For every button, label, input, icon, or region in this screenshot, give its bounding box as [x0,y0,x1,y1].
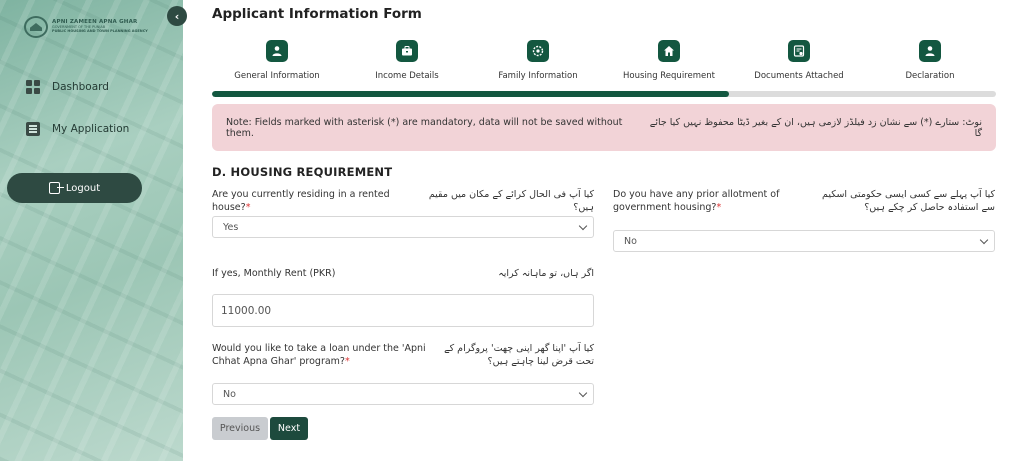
step-general-information[interactable]: General Information [212,40,342,81]
next-button[interactable]: Next [270,417,308,440]
chevron-down-icon [979,235,989,245]
logo-text: APNI ZAMEEN APNA GHAR GOVERNMENT OF THE … [52,19,148,33]
collapse-sidebar-button[interactable]: ‹ [167,6,187,26]
family-icon [527,40,549,62]
mandatory-note: Note: Fields marked with asterisk (*) ar… [212,104,996,151]
briefcase-icon [396,40,418,62]
sidebar-item-my-application[interactable]: My Application [26,122,129,136]
chevron-down-icon [578,388,588,398]
dashboard-icon [26,80,40,94]
logout-button[interactable]: Logout [7,173,142,203]
prior-allotment-label-urdu: کیا آپ پہلے سے کسی ایسی حکومتی اسکیم سے … [822,189,995,213]
step-declaration[interactable]: Declaration [865,40,995,81]
sidebar-item-dashboard[interactable]: Dashboard [26,80,109,94]
rented-house-field: Are you currently residing in a rented h… [212,189,594,241]
rented-house-label: Are you currently residing in a rented h… [212,189,390,213]
sidebar: APNI ZAMEEN APNA GHAR GOVERNMENT OF THE … [0,0,183,461]
sidebar-item-label: Dashboard [52,81,109,93]
loan-label-urdu: کیا آپ 'اپنا گھر اپنی چھت' پروگرام کے تح… [444,343,594,367]
sidebar-background [0,0,183,461]
prior-allotment-select[interactable]: No [613,230,995,252]
monthly-rent-label: If yes, Monthly Rent (PKR) [212,268,336,279]
main-content: Applicant Information Form General Infor… [199,0,1012,461]
prior-allotment-label: Do you have any prior allotment of gover… [613,189,780,213]
note-urdu: نوٹ: ستارے (*) سے نشان زد فیلڈز لازمی ہی… [649,116,982,139]
step-income-details[interactable]: Income Details [342,40,472,81]
previous-button[interactable]: Previous [212,417,268,440]
step-family-information[interactable]: Family Information [473,40,603,81]
page-title: Applicant Information Form [212,6,422,22]
section-title: D. HOUSING REQUIREMENT [212,165,393,179]
app-logo: APNI ZAMEEN APNA GHAR GOVERNMENT OF THE … [24,14,164,40]
monthly-rent-label-urdu: اگر ہاں، تو ماہانہ کرایہ [498,268,594,279]
step-documents-attached[interactable]: Documents Attached [734,40,864,81]
step-housing-requirement[interactable]: Housing Requirement [604,40,734,81]
user-icon [266,40,288,62]
progress-bar-fill [212,91,730,97]
prior-allotment-field: Do you have any prior allotment of gover… [613,189,995,255]
required-marker: * [245,201,251,213]
logout-icon [48,182,64,194]
rented-house-label-urdu: کیا آپ فی الحال کرائے کے مکان میں مقیم ہ… [428,189,594,213]
loan-field: Would you like to take a loan under the … [212,343,594,407]
home-icon [658,40,680,62]
chevron-down-icon [578,221,588,231]
loan-select[interactable]: No [212,383,594,405]
document-icon [788,40,810,62]
chevron-left-icon: ‹ [174,9,180,23]
progress-bar [212,91,996,97]
required-marker: * [344,355,350,367]
application-icon [26,122,40,136]
sidebar-item-label: My Application [52,123,130,135]
house-logo-icon [24,16,48,38]
form-stepper: General Information Income Details Famil… [212,40,996,88]
required-marker: * [716,201,722,213]
rented-house-select[interactable]: Yes [212,216,594,238]
monthly-rent-input[interactable]: 11000.00 [212,294,594,327]
monthly-rent-field: If yes, Monthly Rent (PKR) اگر ہاں، تو م… [212,268,594,330]
loan-label: Would you like to take a loan under the … [212,343,426,367]
user-icon [919,40,941,62]
note-english: Note: Fields marked with asterisk (*) ar… [226,116,623,139]
